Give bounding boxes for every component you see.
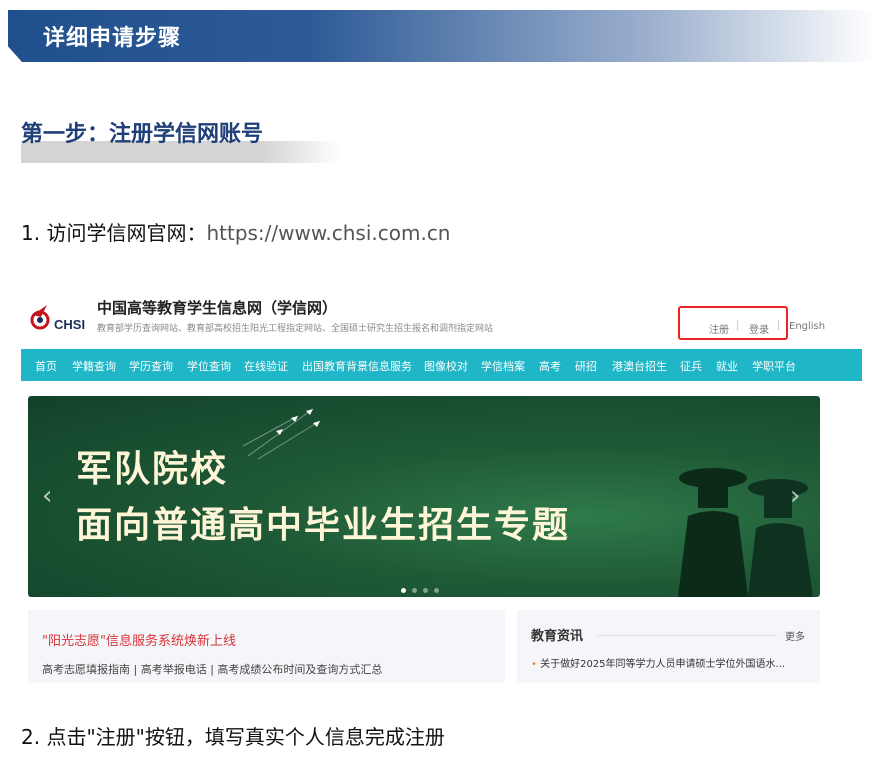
chsi-website-screenshot: CHSI 中国高等教育学生信息网（学信网） 教育部学历查询网站、教育部高校招生阳…	[21, 283, 862, 683]
nav-home[interactable]: 首页	[35, 358, 57, 374]
site-header: CHSI 中国高等教育学生信息网（学信网） 教育部学历查询网站、教育部高校招生阳…	[21, 283, 862, 347]
carousel-dot[interactable]	[401, 588, 406, 593]
nav-archive[interactable]: 学信档案	[481, 358, 525, 374]
nav-zhengbing[interactable]: 征兵	[680, 358, 702, 374]
instruction-item-1-label: 1. 访问学信网官网：	[21, 221, 207, 245]
edu-news-divider	[597, 635, 777, 636]
login-link[interactable]: 登录	[749, 321, 769, 336]
promo-carousel[interactable]: 军队院校 面向普通高中毕业生招生专题 ‹ ›	[28, 396, 820, 597]
instruction-item-1: 1. 访问学信网官网：https://www.chsi.com.cn	[21, 217, 451, 246]
edu-news-item-text: 关于做好2025年同等学力人员申请硕士学位外国语水...	[540, 659, 786, 670]
english-link[interactable]: English	[789, 321, 825, 332]
nav-gaokao[interactable]: 高考	[539, 358, 561, 374]
chsi-logo-icon	[30, 305, 50, 330]
register-highlight-box	[678, 306, 788, 340]
top-link-separator: |	[736, 320, 740, 331]
carousel-dots	[401, 578, 445, 597]
instruction-item-2: 2. 点击"注册"按钮，填写真实个人信息完成注册	[21, 725, 445, 749]
chsi-logo-text: CHSI	[54, 317, 86, 332]
nav-xuewei[interactable]: 学位查询	[187, 358, 231, 374]
carousel-dot[interactable]	[412, 588, 417, 593]
nav-jiuye[interactable]: 就业	[716, 358, 738, 374]
carousel-dot[interactable]	[423, 588, 428, 593]
carousel-headline-1: 军队院校	[76, 449, 229, 490]
nav-xueji[interactable]: 学籍查询	[72, 358, 116, 374]
carousel-next-arrow[interactable]: ›	[790, 481, 800, 511]
news-panel: "阳光志愿"信息服务系统焕新上线 高考志愿填报指南 | 高考举报电话 | 高考成…	[28, 610, 505, 683]
carousel-prev-arrow[interactable]: ‹	[42, 481, 52, 511]
edu-news-item[interactable]: • 关于做好2025年同等学力人员申请硕士学位外国语水...	[531, 655, 785, 670]
nav-online-verify[interactable]: 在线验证	[244, 358, 288, 374]
nav-xuezhi[interactable]: 学职平台	[752, 358, 796, 374]
news-links[interactable]: 高考志愿填报指南 | 高考举报电话 | 高考成绩公布时间及查询方式汇总	[42, 661, 382, 677]
site-name: 中国高等教育学生信息网（学信网）	[97, 299, 338, 317]
section-title: 详细申请步骤	[43, 26, 182, 51]
top-link-separator: |	[777, 320, 781, 331]
chsi-url-link[interactable]: https://www.chsi.com.cn	[206, 221, 450, 245]
register-link[interactable]: 注册	[709, 321, 729, 336]
nav-image-check[interactable]: 图像校对	[424, 358, 468, 374]
jets-graphic	[242, 408, 321, 460]
nav-xueli[interactable]: 学历查询	[129, 358, 173, 374]
edu-news-title: 教育资讯	[531, 629, 584, 644]
news-headline[interactable]: "阳光志愿"信息服务系统焕新上线	[42, 630, 236, 649]
edu-news-more-link[interactable]: 更多	[785, 628, 805, 643]
carousel-headline-2: 面向普通高中毕业生招生专题	[76, 505, 571, 546]
nav-yanzhao[interactable]: 研招	[575, 358, 597, 374]
bullet-icon: •	[531, 659, 537, 670]
step1-title: 第一步：注册学信网账号	[21, 122, 264, 147]
nav-overseas[interactable]: 出国教育背景信息服务	[302, 358, 412, 374]
site-description: 教育部学历查询网站、教育部高校招生阳光工程指定网站、全国硕士研究生招生报名和调剂…	[97, 324, 494, 334]
soldiers-silhouette	[678, 468, 813, 597]
edu-news-panel: 教育资讯 更多 • 关于做好2025年同等学力人员申请硕士学位外国语水...	[517, 610, 820, 683]
carousel-dot[interactable]	[434, 588, 439, 593]
site-nav-bar: 首页 学籍查询 学历查询 学位查询 在线验证 出国教育背景信息服务 图像校对 学…	[21, 349, 862, 381]
nav-gangaotai[interactable]: 港澳台招生	[612, 358, 667, 374]
